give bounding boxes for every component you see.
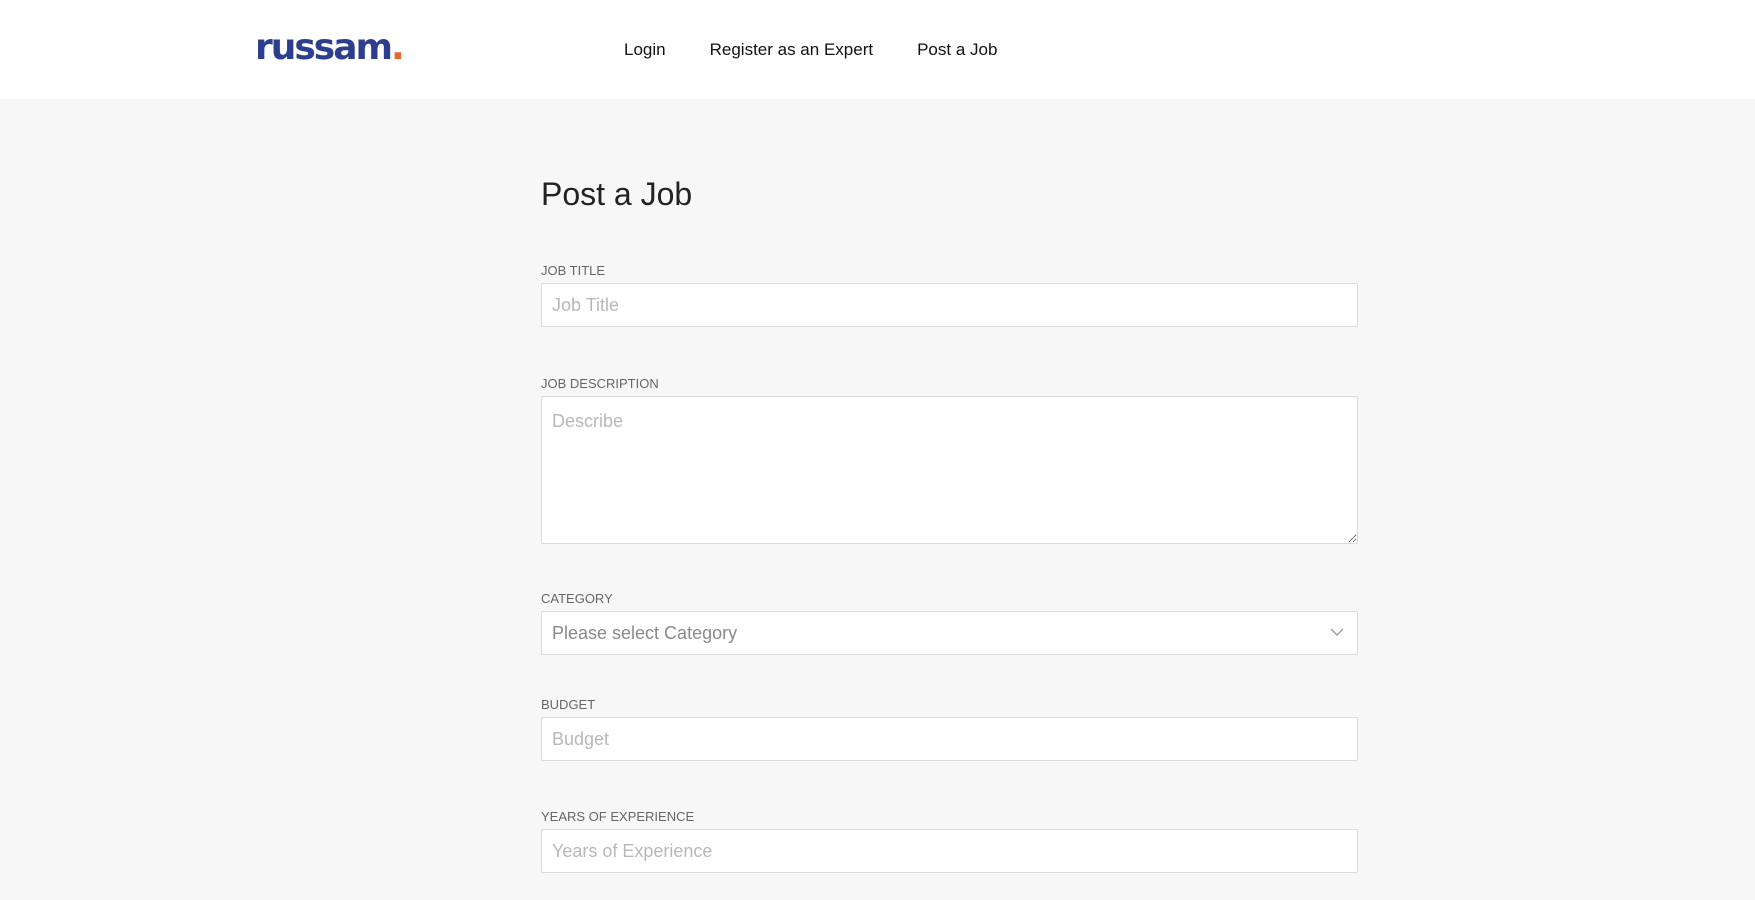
budget-input[interactable]	[541, 717, 1358, 761]
job-title-input[interactable]	[541, 283, 1358, 327]
job-description-textarea[interactable]	[541, 396, 1358, 544]
job-description-field: JOB DESCRIPTION	[541, 376, 1358, 544]
page-title: Post a Job	[541, 176, 693, 212]
category-field: CATEGORY Please select Category	[541, 591, 1358, 655]
main-nav: Login Register as an Expert Post a Job	[624, 38, 997, 62]
budget-field: BUDGET	[541, 697, 1358, 761]
job-title-label: JOB TITLE	[541, 263, 606, 278]
years-experience-label: YEARS OF EXPERIENCE	[541, 809, 695, 824]
years-experience-input[interactable]	[541, 829, 1358, 873]
russam-logo[interactable]: russam.	[255, 24, 405, 72]
category-select[interactable]: Please select Category	[541, 611, 1358, 655]
top-navbar: russam. Login Register as an Expert Post…	[0, 0, 1755, 99]
budget-label: BUDGET	[541, 697, 596, 712]
job-description-label: JOB DESCRIPTION	[541, 376, 659, 391]
post-job-form-section: Post a Job JOB TITLE JOB DESCRIPTION CAT…	[541, 170, 1358, 873]
nav-login-link[interactable]: Login	[624, 38, 666, 62]
nav-post-job-link[interactable]: Post a Job	[917, 38, 997, 62]
category-label: CATEGORY	[541, 591, 613, 606]
job-title-field: JOB TITLE	[541, 263, 1358, 327]
years-experience-field: YEARS OF EXPERIENCE	[541, 809, 1358, 873]
category-select-wrapper: Please select Category	[541, 611, 1358, 655]
nav-register-expert-link[interactable]: Register as an Expert	[710, 38, 873, 62]
